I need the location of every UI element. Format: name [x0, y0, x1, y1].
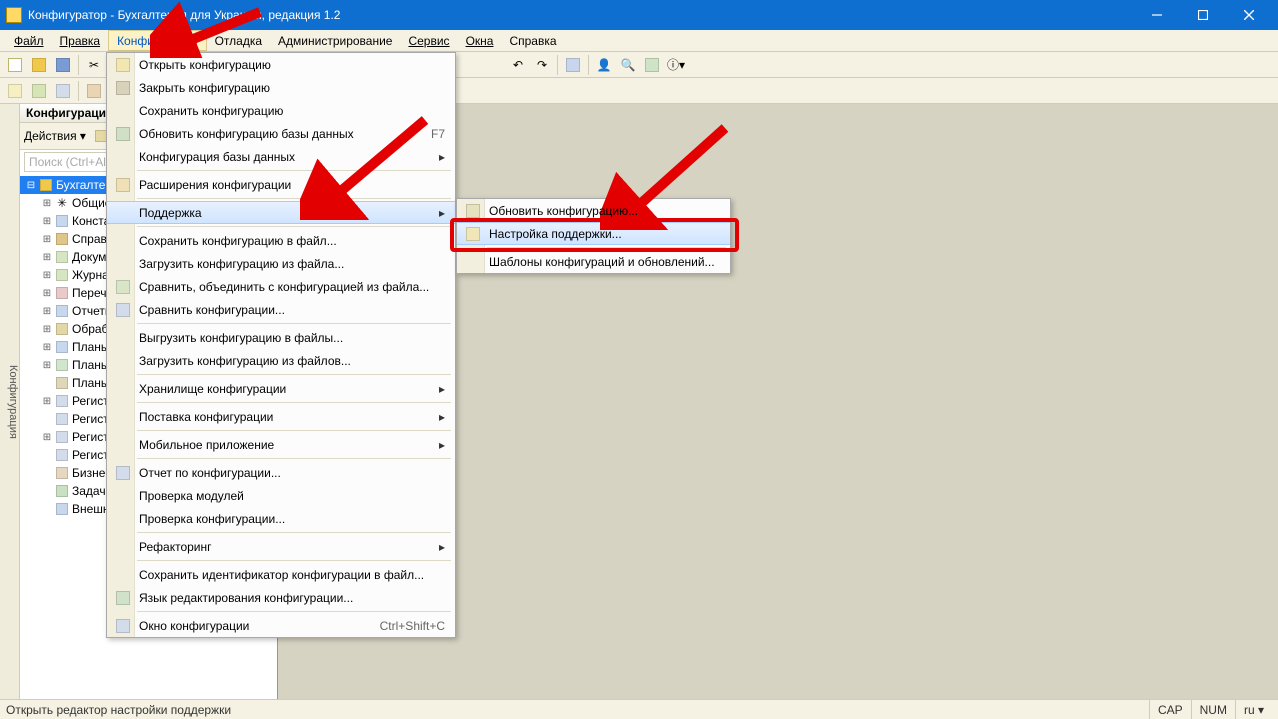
dd-report[interactable]: Отчет по конфигурации... — [107, 461, 455, 484]
close-config-icon — [111, 76, 135, 99]
dd-db-config[interactable]: Конфигурация базы данных▸ — [107, 145, 455, 168]
compare-merge-icon — [111, 275, 135, 298]
tb2-btn2[interactable] — [28, 80, 50, 102]
menu-help[interactable]: Справка — [501, 30, 564, 51]
tb-windows-icon[interactable] — [562, 54, 584, 76]
dd-close-config[interactable]: Закрыть конфигурацию — [107, 76, 455, 99]
tb2-btn3[interactable] — [52, 80, 74, 102]
tb2-btn1[interactable] — [4, 80, 26, 102]
folder-icon — [55, 448, 69, 462]
dd-edit-lang[interactable]: Язык редактирования конфигурации... — [107, 586, 455, 609]
folder-icon — [55, 466, 69, 480]
status-num: NUM — [1191, 700, 1235, 719]
dd-config-window[interactable]: Окно конфигурацииCtrl+Shift+C — [107, 614, 455, 637]
folder-icon — [55, 250, 69, 264]
dd-save-config[interactable]: Сохранить конфигурацию — [107, 99, 455, 122]
dd-mobile[interactable]: Мобильное приложение▸ — [107, 433, 455, 456]
menu-windows[interactable]: Окна — [458, 30, 502, 51]
window-icon — [111, 614, 135, 637]
title-bar: Конфигуратор - Бухгалтерия для Украины, … — [0, 0, 1278, 30]
maximize-button[interactable] — [1180, 0, 1226, 30]
tb-redo-icon[interactable]: ↷ — [531, 54, 553, 76]
window-title: Конфигуратор - Бухгалтерия для Украины, … — [28, 8, 1134, 22]
update-db-icon — [111, 122, 135, 145]
sub-support-settings[interactable]: Настройка поддержки... — [457, 222, 730, 245]
menu-admin[interactable]: Администрирование — [270, 30, 400, 51]
dd-extensions[interactable]: Расширения конфигурации — [107, 173, 455, 196]
tb-calendar-icon[interactable] — [641, 54, 663, 76]
extensions-icon — [111, 173, 135, 196]
tb-open-icon[interactable] — [28, 54, 50, 76]
menu-bar: Файл Правка Конфигурация Отладка Админис… — [0, 30, 1278, 52]
dd-compare-merge[interactable]: Сравнить, объединить с конфигурацией из … — [107, 275, 455, 298]
open-config-icon — [111, 53, 135, 76]
report-icon — [111, 461, 135, 484]
status-cap: CAP — [1149, 700, 1191, 719]
tb-user-icon[interactable]: 👤 — [593, 54, 615, 76]
status-bar: Открыть редактор настройки поддержки CAP… — [0, 699, 1278, 719]
compare-icon — [111, 298, 135, 321]
folder-icon — [55, 358, 69, 372]
tb-help-icon[interactable]: ⓘ▾ — [665, 54, 687, 76]
menu-edit[interactable]: Правка — [52, 30, 109, 51]
status-lang[interactable]: ru ▾ — [1235, 700, 1272, 719]
tb-save-icon[interactable] — [52, 54, 74, 76]
folder-icon — [55, 376, 69, 390]
dd-save-id[interactable]: Сохранить идентификатор конфигурации в ф… — [107, 563, 455, 586]
dropdown-support: Обновить конфигурацию... Настройка подде… — [456, 198, 731, 274]
dd-refactoring[interactable]: Рефакторинг▸ — [107, 535, 455, 558]
menu-service[interactable]: Сервис — [400, 30, 457, 51]
folder-icon: ✳ — [55, 196, 69, 210]
folder-icon — [55, 484, 69, 498]
folder-icon — [55, 268, 69, 282]
dd-import-files[interactable]: Загрузить конфигурацию из файлов... — [107, 349, 455, 372]
panel-actions-button[interactable]: Действия ▾ — [24, 129, 86, 143]
menu-debug[interactable]: Отладка — [207, 30, 270, 51]
tb-new-icon[interactable] — [4, 54, 26, 76]
dd-repo[interactable]: Хранилище конфигурации▸ — [107, 377, 455, 400]
tb-cut-icon[interactable]: ✂ — [83, 54, 105, 76]
dd-check-config[interactable]: Проверка конфигурации... — [107, 507, 455, 530]
dropdown-configuration: Открыть конфигурацию Закрыть конфигураци… — [106, 52, 456, 638]
menu-configuration[interactable]: Конфигурация — [108, 30, 207, 51]
sub-templates[interactable]: Шаблоны конфигураций и обновлений... — [457, 250, 730, 273]
update-config-icon — [461, 199, 485, 222]
lang-icon — [111, 586, 135, 609]
folder-icon — [55, 430, 69, 444]
folder-icon — [55, 322, 69, 336]
close-button[interactable] — [1226, 0, 1272, 30]
folder-icon — [55, 286, 69, 300]
app-icon — [6, 7, 22, 23]
dd-support[interactable]: Поддержка▸ — [107, 201, 455, 224]
status-hint: Открыть редактор настройки поддержки — [6, 703, 231, 717]
folder-icon — [55, 232, 69, 246]
folder-icon — [55, 304, 69, 318]
folder-icon — [55, 394, 69, 408]
dd-save-to-file[interactable]: Сохранить конфигурацию в файл... — [107, 229, 455, 252]
dd-delivery[interactable]: Поставка конфигурации▸ — [107, 405, 455, 428]
tb2-btn4[interactable] — [83, 80, 105, 102]
dd-export-files[interactable]: Выгрузить конфигурацию в файлы... — [107, 326, 455, 349]
dd-check-modules[interactable]: Проверка модулей — [107, 484, 455, 507]
dd-compare[interactable]: Сравнить конфигурации... — [107, 298, 455, 321]
tb-undo-icon[interactable]: ↶ — [507, 54, 529, 76]
sub-update-config[interactable]: Обновить конфигурацию... — [457, 199, 730, 222]
tb-search-icon[interactable]: 🔍 — [617, 54, 639, 76]
support-settings-icon — [461, 223, 485, 244]
dd-update-db[interactable]: Обновить конфигурацию базы данныхF7 — [107, 122, 455, 145]
dd-open-config[interactable]: Открыть конфигурацию — [107, 53, 455, 76]
config-icon — [39, 178, 53, 192]
folder-icon — [55, 214, 69, 228]
folder-icon — [55, 340, 69, 354]
folder-icon — [55, 412, 69, 426]
dd-load-from-file[interactable]: Загрузить конфигурацию из файла... — [107, 252, 455, 275]
menu-file[interactable]: Файл — [6, 30, 52, 51]
folder-icon — [55, 502, 69, 516]
side-tab-configuration[interactable]: Конфигурация — [0, 104, 20, 699]
minimize-button[interactable] — [1134, 0, 1180, 30]
